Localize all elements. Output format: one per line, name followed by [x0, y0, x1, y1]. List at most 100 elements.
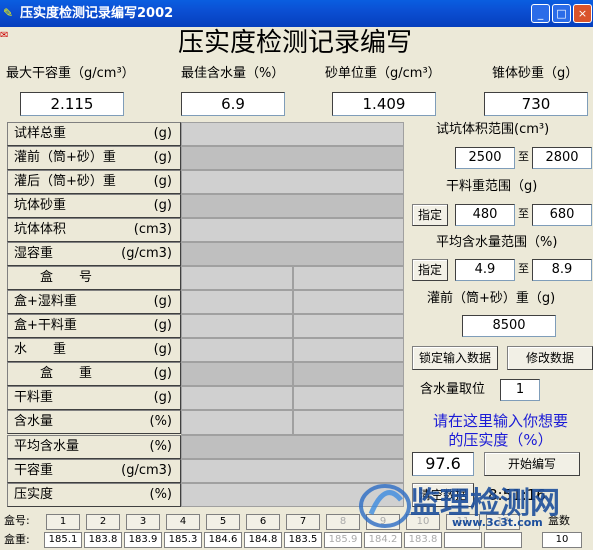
box-weight-5[interactable]: 184.6: [204, 532, 242, 548]
close-button[interactable]: ×: [573, 4, 592, 23]
row-label-box-number: 盒 号: [7, 266, 181, 290]
avg-moisture-to-label: 至: [518, 262, 529, 275]
box-number-2: 2: [86, 514, 120, 530]
box-weight-2[interactable]: 183.8: [84, 532, 122, 548]
target-compaction-input[interactable]: 97.6: [412, 452, 474, 476]
watermark-url: www.3c3t.com: [452, 516, 543, 529]
sand-unit-weight-input[interactable]: 1.409: [332, 92, 436, 116]
box-weight-3[interactable]: 183.9: [124, 532, 162, 548]
box-number-row-label: 盒号:: [4, 514, 30, 527]
cell-box-dry-1[interactable]: [181, 314, 293, 338]
max-dry-density-input[interactable]: 2.115: [20, 92, 124, 116]
box-weight-6[interactable]: 184.8: [244, 532, 282, 548]
app-icon: ✎: [3, 6, 14, 20]
row-label-moisture: 含水量 (%): [7, 410, 181, 434]
box-weight-1[interactable]: 185.1: [44, 532, 82, 548]
box-weight-7[interactable]: 183.5: [284, 532, 322, 548]
form-icon: ✉: [0, 30, 9, 41]
title-bar: 压实度检测记录编写2002: [0, 0, 593, 27]
box-number-3: 3: [126, 514, 160, 530]
cell-dry-material-1[interactable]: [181, 386, 293, 410]
dry-weight-max-input[interactable]: 680: [532, 204, 592, 226]
cell-box-weight-2[interactable]: [293, 362, 404, 386]
box-weight-row-label: 盒重:: [4, 533, 30, 546]
cell-water-2[interactable]: [293, 338, 404, 362]
row-label-dry-material: 干料重 (g): [7, 386, 181, 410]
row-label-water: 水 重 (g): [7, 338, 181, 362]
moisture-digits-label: 含水量取位: [420, 382, 486, 397]
avg-moisture-max-input[interactable]: 8.9: [532, 259, 592, 281]
row-label-wet-density: 湿容重 (g/cm3): [7, 242, 181, 266]
cell-box-wet-2[interactable]: [293, 290, 404, 314]
optimum-moisture-label: 最佳含水量（%）: [181, 66, 285, 81]
moisture-digits-input[interactable]: 1: [500, 379, 540, 401]
box-number-4: 4: [166, 514, 200, 530]
sand-unit-weight-label: 砂单位重（g/cm³）: [325, 66, 441, 81]
max-dry-density-label: 最大干容重（g/cm³）: [6, 66, 135, 81]
box-number-8: 8: [326, 514, 360, 530]
cell-moisture-1[interactable]: [181, 410, 293, 435]
row-label-box-weight: 盒 重 (g): [7, 362, 181, 386]
prompt-line-2: 的压实度（%）: [448, 431, 553, 449]
row-label-post-fill: 灌后（筒+砂）重 (g): [7, 170, 181, 194]
start-writing-button[interactable]: 开始编写: [484, 452, 580, 476]
cell-pit-sand[interactable]: [181, 194, 404, 218]
row-label-avg-moisture: 平均含水量 (%): [7, 435, 181, 459]
modify-data-button[interactable]: 修改数据: [507, 346, 593, 370]
optimum-moisture-input[interactable]: 6.9: [181, 92, 285, 116]
cell-box-wet-1[interactable]: [181, 290, 293, 314]
avg-moisture-specify-button[interactable]: 指定: [412, 259, 448, 281]
cone-sand-weight-label: 锥体砂重（g）: [492, 66, 579, 81]
row-label-pit-sand: 坑体砂重 (g): [7, 194, 181, 218]
box-count-input[interactable]: 10: [542, 532, 582, 548]
window-title: 压实度检测记录编写2002: [20, 6, 174, 21]
row-label-pre-fill: 灌前（筒+砂）重 (g): [7, 146, 181, 170]
cell-pre-fill[interactable]: [181, 146, 404, 170]
avg-moisture-range-label: 平均含水量范围（%): [436, 235, 558, 250]
cell-water-1[interactable]: [181, 338, 293, 362]
cone-sand-weight-input[interactable]: 730: [484, 92, 588, 116]
cell-box-dry-2[interactable]: [293, 314, 404, 338]
row-label-box-dry: 盒+干料重 (g): [7, 314, 181, 338]
pit-volume-to-label: 至: [518, 150, 529, 163]
cell-wet-density[interactable]: [181, 242, 404, 266]
box-weight-12[interactable]: [484, 532, 522, 548]
dry-weight-range-label: 干料重范围（g): [446, 179, 538, 194]
cell-post-fill[interactable]: [181, 170, 404, 194]
cell-moisture-2[interactable]: [293, 410, 404, 435]
box-weight-9[interactable]: 184.2: [364, 532, 402, 548]
dry-weight-specify-button[interactable]: 指定: [412, 204, 448, 226]
row-label-box-wet: 盒+湿料重 (g): [7, 290, 181, 314]
cell-avg-moisture[interactable]: [181, 435, 404, 459]
watermark-logo-icon: [359, 484, 411, 528]
cell-box-number-1[interactable]: [181, 266, 293, 290]
cell-pit-volume[interactable]: [181, 218, 404, 242]
box-number-7: 7: [286, 514, 320, 530]
box-weight-10[interactable]: 183.8: [404, 532, 442, 548]
row-label-sample-total: 试样总重 (g): [7, 122, 181, 146]
box-number-1: 1: [46, 514, 80, 530]
lock-input-button[interactable]: 锁定输入数据: [412, 346, 498, 370]
minimize-button[interactable]: _: [531, 4, 550, 23]
pit-volume-max-input[interactable]: 2800: [532, 147, 592, 169]
dry-weight-min-input[interactable]: 480: [455, 204, 515, 226]
cell-dry-material-2[interactable]: [293, 386, 404, 410]
pre-fill-weight-input[interactable]: 8500: [462, 315, 556, 337]
box-weight-11[interactable]: [444, 532, 482, 548]
cell-box-weight-1[interactable]: [181, 362, 293, 386]
row-label-dry-density: 干容重 (g/cm3): [7, 459, 181, 483]
box-number-6: 6: [246, 514, 280, 530]
row-label-pit-volume: 坑体体积 (cm3): [7, 218, 181, 242]
box-weight-8[interactable]: 185.9: [324, 532, 362, 548]
maximize-button[interactable]: □: [552, 4, 571, 23]
box-number-5: 5: [206, 514, 240, 530]
pit-volume-min-input[interactable]: 2500: [455, 147, 515, 169]
row-label-compaction: 压实度 (%): [7, 483, 181, 507]
box-weight-4[interactable]: 185.3: [164, 532, 202, 548]
avg-moisture-min-input[interactable]: 4.9: [455, 259, 515, 281]
dry-weight-to-label: 至: [518, 207, 529, 220]
page-title: 压实度检测记录编写: [177, 28, 412, 58]
cell-sample-total[interactable]: [181, 122, 404, 146]
cell-box-number-2[interactable]: [293, 266, 404, 290]
prompt-line-1: 请在这里输入你想要: [432, 412, 568, 430]
